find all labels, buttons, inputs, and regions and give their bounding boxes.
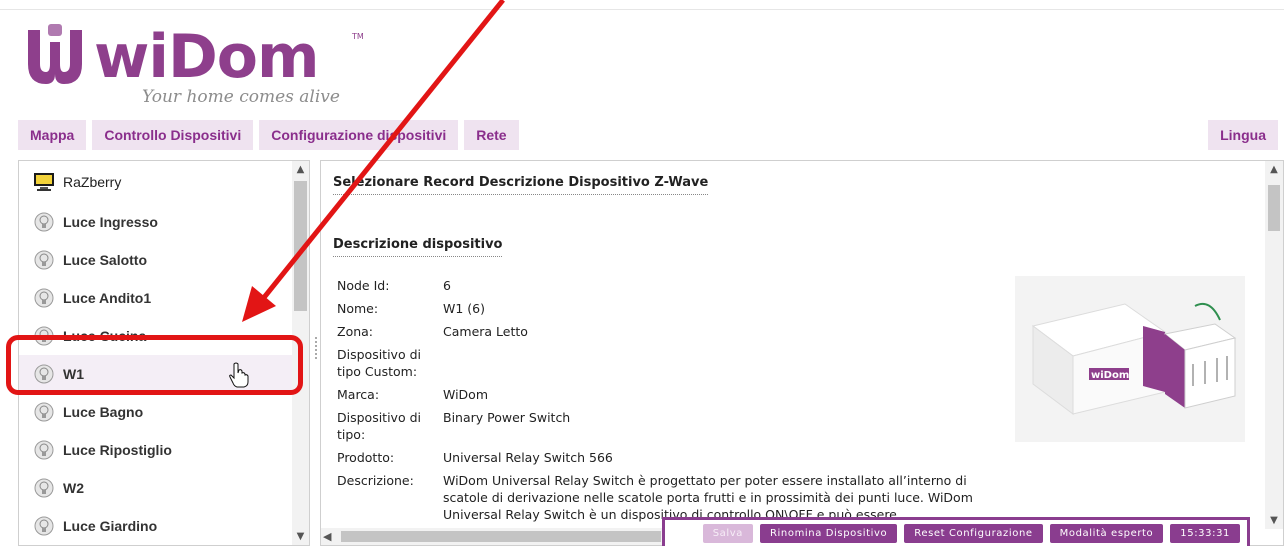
device-item-w2[interactable]: W2 bbox=[19, 469, 294, 507]
device-detail-panel: Selezionare Record Descrizione Dispositi… bbox=[320, 160, 1284, 546]
device-item-luce-andito1[interactable]: Luce Andito1 bbox=[19, 279, 294, 317]
device-label: Luce Giardino bbox=[63, 518, 158, 534]
device-list-panel: RaZberry Luce Ingresso Luce Salotto Luce… bbox=[18, 160, 310, 546]
panel-splitter[interactable] bbox=[314, 335, 318, 365]
bulb-icon bbox=[33, 325, 55, 347]
device-item-luce-salotto[interactable]: Luce Salotto bbox=[19, 241, 294, 279]
info-row-custom-type: Dispositivo di tipo Custom: bbox=[337, 347, 421, 379]
device-label: Luce Bagno bbox=[63, 404, 144, 420]
rename-device-button[interactable]: Rinomina Dispositivo bbox=[760, 523, 898, 543]
device-label: Luce Ingresso bbox=[63, 214, 158, 230]
scrollbar-thumb[interactable] bbox=[341, 531, 661, 542]
bulb-icon bbox=[33, 439, 55, 461]
widom-logo-icon bbox=[28, 24, 82, 84]
reset-configuration-button[interactable]: Reset Configurazione bbox=[904, 523, 1043, 543]
logo-wordmark: wiDom bbox=[94, 22, 320, 92]
device-label: RaZberry bbox=[63, 174, 122, 190]
info-row-marca: Marca: WiDom bbox=[337, 387, 489, 402]
main-nav: Mappa Controllo Dispositivi Configurazio… bbox=[18, 120, 519, 150]
device-item-luce-bagno[interactable]: Luce Bagno bbox=[19, 393, 294, 431]
clock-display: 15:33:31 bbox=[1170, 523, 1240, 543]
device-item-w1[interactable]: W1 bbox=[19, 355, 294, 393]
device-item-luce-giardino[interactable]: Luce Giardino bbox=[19, 507, 294, 545]
hand-cursor-icon bbox=[228, 362, 250, 392]
device-label: Luce Ripostiglio bbox=[63, 442, 172, 458]
device-item-luce-cucina[interactable]: Luce Cucina bbox=[19, 317, 294, 355]
detail-vertical-scrollbar[interactable]: ▲ ▼ bbox=[1265, 161, 1283, 529]
bulb-icon bbox=[33, 211, 55, 233]
info-row-node-id: Node Id: 6 bbox=[337, 278, 451, 293]
logo-tagline: Your home comes alive bbox=[142, 87, 340, 107]
info-row-zona: Zona: Camera Letto bbox=[337, 324, 528, 339]
device-item-luce-ripostiglio[interactable]: Luce Ripostiglio bbox=[19, 431, 294, 469]
device-item-razberry[interactable]: RaZberry bbox=[19, 161, 294, 203]
product-image: wiDom bbox=[1015, 276, 1245, 442]
computer-icon bbox=[33, 171, 55, 193]
device-list: RaZberry Luce Ingresso Luce Salotto Luce… bbox=[19, 161, 294, 545]
info-row-descrizione: Descrizione: WiDom Universal Relay Switc… bbox=[337, 473, 973, 522]
tab-configurazione-dispositivi[interactable]: Configurazione dispositivi bbox=[259, 120, 459, 150]
expert-mode-button[interactable]: Modalità esperto bbox=[1049, 523, 1164, 543]
device-label: W1 bbox=[63, 366, 84, 382]
header: wiDom TM Your home comes alive bbox=[0, 0, 1284, 115]
bulb-icon bbox=[33, 287, 55, 309]
scrollbar-thumb[interactable] bbox=[1268, 185, 1280, 231]
info-row-tipo: Dispositivo di tipo: Binary Power Switch bbox=[337, 410, 571, 442]
detail-horizontal-scrollbar[interactable]: ◀ bbox=[321, 528, 666, 545]
product-brand-text: wiDom bbox=[1091, 370, 1129, 381]
device-label: Luce Andito1 bbox=[63, 290, 152, 306]
device-label: Luce Salotto bbox=[63, 252, 148, 268]
device-item-luce-ingresso[interactable]: Luce Ingresso bbox=[19, 203, 294, 241]
record-select-title[interactable]: Selezionare Record Descrizione Dispositi… bbox=[333, 175, 709, 195]
device-label: Luce Cucina bbox=[63, 328, 147, 344]
device-label: W2 bbox=[63, 480, 84, 496]
header-divider bbox=[0, 9, 1284, 10]
bulb-icon bbox=[33, 477, 55, 499]
device-list-scrollbar[interactable]: ▲ ▼ bbox=[292, 161, 309, 545]
bulb-icon bbox=[33, 363, 55, 385]
device-info-table: Node Id: 6 Nome: W1 (6) Zona: Camera Let… bbox=[337, 277, 987, 529]
scroll-up-arrow-icon[interactable]: ▲ bbox=[292, 161, 309, 178]
action-bar: Salva Rinomina Dispositivo Reset Configu… bbox=[662, 517, 1250, 546]
language-button[interactable]: Lingua bbox=[1208, 120, 1278, 150]
save-button[interactable]: Salva bbox=[702, 523, 753, 543]
bulb-icon bbox=[33, 515, 55, 537]
scroll-down-arrow-icon[interactable]: ▼ bbox=[292, 528, 309, 545]
logo-trademark: TM bbox=[352, 32, 364, 41]
scrollbar-thumb[interactable] bbox=[294, 181, 307, 311]
scroll-down-arrow-icon[interactable]: ▼ bbox=[1265, 512, 1283, 529]
tab-mappa[interactable]: Mappa bbox=[18, 120, 87, 150]
tab-rete[interactable]: Rete bbox=[464, 120, 519, 150]
section-title: Descrizione dispositivo bbox=[333, 237, 503, 257]
tab-controllo-dispositivi[interactable]: Controllo Dispositivi bbox=[92, 120, 254, 150]
bulb-icon bbox=[33, 401, 55, 423]
info-row-nome: Nome: W1 (6) bbox=[337, 301, 485, 316]
relay-switch-image: wiDom bbox=[1015, 276, 1245, 442]
bulb-icon bbox=[33, 249, 55, 271]
info-row-prodotto: Prodotto: Universal Relay Switch 566 bbox=[337, 450, 613, 465]
logo: wiDom TM Your home comes alive bbox=[22, 16, 364, 110]
scroll-left-arrow-icon[interactable]: ◀ bbox=[323, 528, 331, 545]
scroll-up-arrow-icon[interactable]: ▲ bbox=[1265, 161, 1283, 178]
